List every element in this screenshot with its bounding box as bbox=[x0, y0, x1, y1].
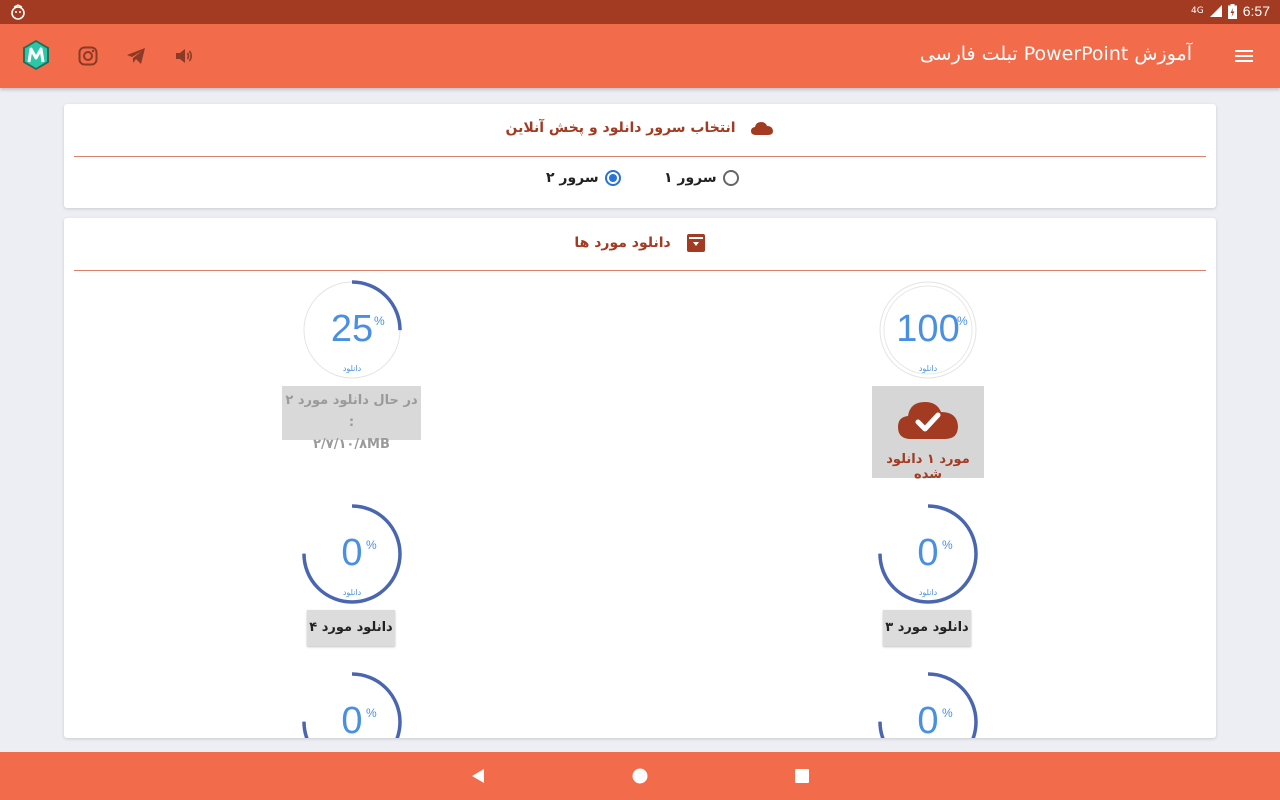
download-item-2: 25 % دانلود در حال دانلود مورد ۲ : ۲/۷/۱… bbox=[272, 280, 432, 480]
gauge-caption: دانلود bbox=[918, 588, 938, 597]
cloud-check-icon bbox=[898, 402, 958, 439]
server-radio-group: سرور ۱ سرور ۲ bbox=[64, 170, 1216, 194]
percent-sign: % bbox=[374, 314, 385, 328]
progress-gauge: 0 % bbox=[302, 672, 402, 738]
archive-download-icon bbox=[686, 234, 705, 252]
hamburger-menu-icon[interactable] bbox=[1234, 46, 1254, 66]
gauge-value: 0 bbox=[917, 700, 939, 738]
server-card-title: انتخاب سرور دانلود و پخش آنلاین bbox=[505, 120, 736, 136]
download-item-5: 0 % bbox=[848, 672, 1008, 738]
status-bar: 4G 6:57 bbox=[0, 0, 1280, 24]
percent-sign: % bbox=[366, 538, 377, 552]
server-2-label: سرور ۲ bbox=[546, 170, 599, 186]
download-item-1: 100 % دانلود مورد ۱ دانلود شده bbox=[848, 280, 1008, 482]
item-2-status-line1: در حال دانلود مورد ۲ : bbox=[285, 393, 418, 430]
home-icon[interactable] bbox=[632, 768, 648, 784]
app-title: آموزش PowerPoint تبلت فارسی bbox=[919, 43, 1192, 65]
gauge-value: 0 bbox=[341, 700, 363, 738]
radio-unchecked-icon[interactable] bbox=[722, 170, 739, 186]
server-1-label: سرور ۱ bbox=[664, 170, 717, 186]
app-logo-icon[interactable] bbox=[20, 39, 52, 71]
downloads-card-header: دانلود مورد ها bbox=[74, 218, 1206, 271]
download-item-6: 0 % bbox=[272, 672, 432, 738]
download-item-3-button[interactable]: دانلود مورد ۳ bbox=[883, 610, 971, 646]
item-1-done-box[interactable]: مورد ۱ دانلود شده bbox=[872, 386, 984, 482]
progress-gauge: 100 % دانلود bbox=[878, 280, 978, 380]
recents-icon[interactable] bbox=[794, 768, 810, 784]
instagram-icon[interactable] bbox=[78, 46, 98, 66]
downloads-card-title: دانلود مورد ها bbox=[574, 235, 671, 251]
gauge-value: 0 bbox=[917, 532, 939, 574]
item-1-done-label: مورد ۱ دانلود شده bbox=[886, 452, 970, 482]
item-2-status-box: در حال دانلود مورد ۲ : ۲/۷/۱۰/۸MB bbox=[282, 386, 421, 452]
cloud-icon bbox=[751, 122, 774, 135]
radio-checked-icon[interactable] bbox=[604, 170, 621, 186]
download-item-4-button[interactable]: دانلود مورد ۴ bbox=[307, 610, 395, 646]
percent-sign: % bbox=[366, 706, 377, 720]
item-2-status-line2: ۲/۷/۱۰/۸MB bbox=[313, 437, 390, 452]
gauge-caption: دانلود bbox=[342, 588, 362, 597]
percent-sign: % bbox=[957, 314, 968, 328]
app-notification-icon bbox=[11, 4, 25, 20]
progress-gauge: 0 % bbox=[878, 672, 978, 738]
battery-icon bbox=[1227, 3, 1237, 19]
signal-icon bbox=[1209, 5, 1222, 17]
gauge-caption: دانلود bbox=[342, 364, 362, 373]
gauge-value: 0 bbox=[341, 532, 363, 574]
downloads-card: دانلود مورد ها 100 % دانلود مورد ۱ دانلو… bbox=[64, 218, 1216, 738]
server-2-radio[interactable]: سرور ۲ bbox=[546, 170, 621, 186]
speaker-icon[interactable] bbox=[174, 46, 194, 66]
server-card-header: انتخاب سرور دانلود و پخش آنلاین bbox=[74, 104, 1206, 157]
progress-gauge: 25 % دانلود bbox=[302, 280, 402, 380]
progress-gauge: 0 % دانلود bbox=[302, 504, 402, 604]
telegram-icon[interactable] bbox=[126, 46, 146, 66]
system-nav-bar bbox=[0, 752, 1280, 800]
percent-sign: % bbox=[942, 706, 953, 720]
gauge-caption: دانلود bbox=[918, 364, 938, 373]
download-item-4: 0 % دانلود دانلود مورد ۴ bbox=[272, 504, 432, 654]
progress-gauge: 0 % دانلود bbox=[878, 504, 978, 604]
server-selection-card: انتخاب سرور دانلود و پخش آنلاین سرور ۱ س… bbox=[64, 104, 1216, 208]
app-bar: آموزش PowerPoint تبلت فارسی bbox=[0, 24, 1280, 88]
percent-sign: % bbox=[942, 538, 953, 552]
back-icon[interactable] bbox=[470, 768, 486, 784]
clock: 6:57 bbox=[1242, 3, 1270, 19]
server-1-radio[interactable]: سرور ۱ bbox=[664, 170, 739, 186]
gauge-value: 25 bbox=[330, 308, 374, 350]
download-item-3: 0 % دانلود دانلود مورد ۳ bbox=[848, 504, 1008, 654]
network-type: 4G bbox=[1191, 6, 1204, 16]
